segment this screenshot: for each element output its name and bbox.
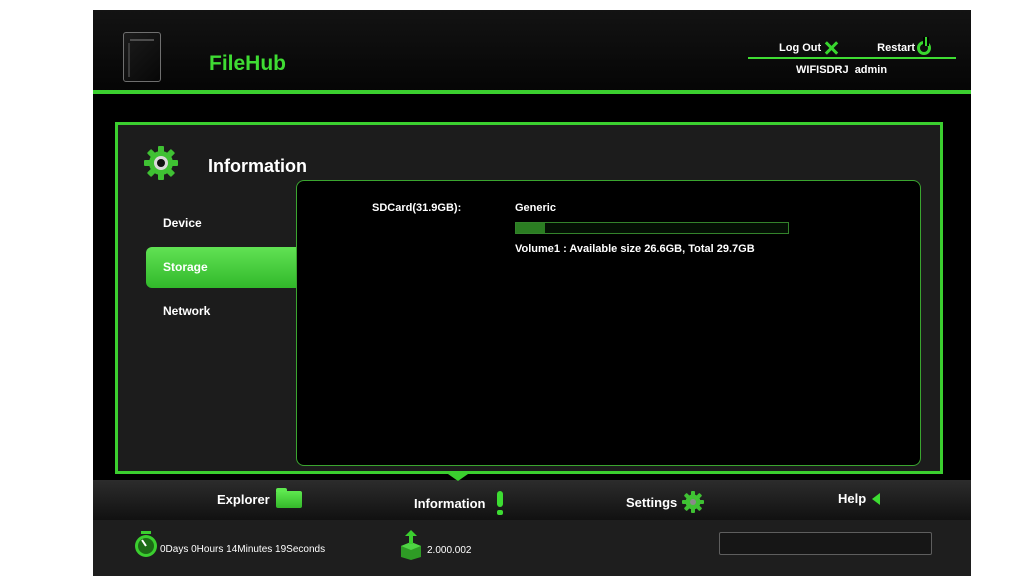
nav-settings[interactable]: Settings: [626, 491, 705, 513]
gear-icon: [144, 146, 178, 180]
power-icon: [917, 37, 932, 55]
side-navigation: Device Storage Network: [146, 203, 296, 335]
status-message-box: [719, 532, 932, 555]
device-name: WIFISDRJ: [796, 64, 849, 76]
back-arrow-icon: [872, 492, 881, 505]
user-info: WIFISDRJ admin: [796, 64, 887, 76]
sidenav-item-storage[interactable]: Storage: [146, 247, 296, 288]
logout-x-icon: [823, 40, 839, 56]
storage-content: SDCard(31.9GB): Generic Volume1 : Availa…: [296, 180, 921, 466]
firmware-version: 2.000.002: [427, 545, 472, 556]
sidenav-item-device[interactable]: Device: [146, 203, 296, 244]
nav-explorer[interactable]: Explorer: [217, 488, 302, 508]
device-slot: [130, 39, 154, 41]
header-divider: [748, 57, 956, 59]
top-header: FileHub Log Out Restart WIFISDRJ admin: [93, 10, 971, 94]
device-logo-icon: [123, 32, 161, 82]
uptime-text: 0Days 0Hours 14Minutes 19Seconds: [160, 544, 326, 555]
active-nav-pointer: [448, 474, 468, 481]
bottom-navigation: Explorer Information Settings Help: [93, 474, 971, 520]
status-bar: 0Days 0Hours 14Minutes 19Seconds 2.000.0…: [93, 520, 971, 576]
volume-info: Volume1 : Available size 26.6GB, Total 2…: [515, 243, 755, 255]
folder-icon: [275, 488, 302, 508]
sidenav-item-network[interactable]: Network: [146, 291, 296, 332]
device-edge: [128, 43, 130, 77]
storage-usage-fill: [516, 223, 545, 233]
logout-button[interactable]: Log Out: [779, 40, 839, 56]
clock-icon: [135, 531, 157, 557]
header-bottom-line: [93, 90, 971, 94]
nav-information[interactable]: Information: [414, 491, 503, 515]
nav-help-label: Help: [838, 491, 867, 506]
exclamation-icon: [496, 491, 503, 515]
storage-vendor: Generic: [515, 202, 556, 214]
sdcard-label: SDCard(31.9GB):: [372, 202, 462, 214]
gear-icon: [682, 491, 705, 513]
nav-settings-label: Settings: [626, 494, 678, 510]
nav-help[interactable]: Help: [838, 491, 881, 506]
restart-button[interactable]: Restart: [877, 37, 932, 55]
panel-title: Information: [208, 156, 307, 176]
username: admin: [854, 64, 888, 76]
nav-information-label: Information: [414, 495, 486, 511]
storage-usage-bar: [515, 222, 789, 234]
nav-explorer-label: Explorer: [217, 492, 270, 507]
restart-label: Restart: [877, 42, 916, 54]
information-panel: Information Device Storage Network SDCar…: [115, 122, 943, 474]
upload-box-icon: [401, 530, 421, 560]
top-links: Log Out Restart: [779, 37, 932, 56]
filehub-screen: FileHub Log Out Restart WIFISDRJ admin I…: [93, 10, 971, 576]
brand-name: FileHub: [209, 52, 286, 75]
logout-label: Log Out: [779, 42, 822, 54]
